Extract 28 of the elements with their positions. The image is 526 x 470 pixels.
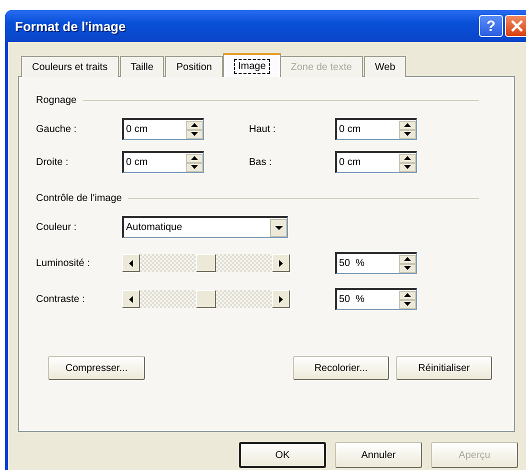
help-button[interactable]: ? — [479, 15, 503, 37]
spin-field[interactable]: 0 cm — [335, 151, 417, 173]
field-label: Bas : — [249, 156, 273, 168]
tab[interactable]: Web — [364, 56, 406, 77]
spin-field[interactable]: 50 % — [335, 288, 417, 310]
tab[interactable]: Couleurs et traits — [21, 56, 119, 77]
spin-field[interactable]: 50 % — [335, 252, 417, 274]
section-heading: Rognage — [36, 94, 77, 106]
spin-field[interactable]: 0 cm — [122, 118, 204, 140]
section-heading: Contrôle de l'image — [36, 192, 122, 204]
field-label: Gauche : — [36, 124, 78, 134]
spin-field[interactable]: 0 cm — [335, 118, 417, 140]
spin-field[interactable]: 0 cm — [122, 151, 204, 173]
tab[interactable]: Taille — [120, 56, 164, 77]
field-label: Couleur : — [36, 222, 78, 232]
field-label: Haut : — [249, 124, 277, 134]
action-button[interactable]: Réinitialiser — [396, 356, 492, 380]
action-button[interactable]: Recolorier... — [293, 356, 389, 380]
dialog-button[interactable]: OK — [239, 442, 326, 468]
window-title: Format de l'image — [14, 18, 126, 34]
color-dropdown[interactable]: Automatique — [122, 216, 288, 238]
action-button[interactable]: Compresser... — [48, 356, 145, 380]
tab[interactable]: Image — [222, 53, 281, 77]
field-label: Contraste : — [36, 294, 86, 304]
dialog-button[interactable]: Annuler — [335, 442, 422, 468]
field-label: Luminosité : — [36, 258, 91, 268]
tab[interactable]: Position — [165, 56, 223, 77]
field-label: Droite : — [36, 156, 70, 168]
